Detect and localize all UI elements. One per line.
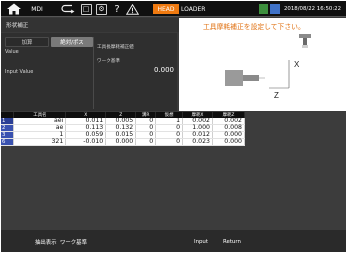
workpiece-block bbox=[225, 70, 243, 86]
cell-tool-name[interactable]: 321 bbox=[13, 138, 67, 146]
top-bar: MDI □ ⚙ ? HEAD LOADER 2018/08/22 16:50:2… bbox=[1, 1, 346, 17]
return-button[interactable]: Return bbox=[223, 237, 241, 247]
tool-holder-stem bbox=[303, 38, 307, 45]
panel-icon: □ bbox=[80, 3, 92, 15]
workpiece-shaft bbox=[243, 75, 259, 81]
divider bbox=[93, 37, 94, 109]
page-title: 形状補正 bbox=[6, 23, 29, 29]
tab-add[interactable]: 加算 bbox=[5, 37, 49, 47]
input-button[interactable]: Input bbox=[194, 237, 208, 247]
help-button[interactable]: ? bbox=[111, 1, 123, 17]
value-field[interactable]: 0.000 bbox=[96, 63, 176, 78]
mode-tabs: 加算 絶対/ポス bbox=[5, 37, 93, 47]
home-icon bbox=[7, 3, 21, 15]
row-index: 3 bbox=[1, 131, 15, 139]
tool-holder-tip bbox=[302, 45, 308, 48]
work-origin-button[interactable]: ワーク基準 bbox=[60, 237, 87, 247]
loader-tab[interactable]: LOADER bbox=[181, 4, 205, 14]
tool-wear-label: 工具長摩耗補正値 bbox=[97, 45, 134, 50]
guide-panel: 工具摩耗補正を設定して下さい。 X Z bbox=[179, 18, 346, 111]
datetime: 2018/08/22 16:50:22 bbox=[284, 6, 341, 12]
cell-wear-z[interactable]: 0.000 bbox=[212, 138, 246, 146]
bottom-toolbar: 抽出表示 ワーク基準 Input Return bbox=[1, 230, 346, 252]
extract-display-button[interactable]: 抽出表示 bbox=[35, 237, 57, 247]
cell-z[interactable]: 0.000 bbox=[105, 138, 137, 146]
tool-offset-table: 工具名 X Z 溝R 仮想 摩耗X 摩耗Z 1 aei 0.011 0.005 … bbox=[1, 112, 346, 230]
head-tab[interactable]: HEAD bbox=[153, 4, 179, 14]
panel-button[interactable]: □ bbox=[79, 1, 93, 17]
tab-absolute[interactable]: 絶対/ポス bbox=[51, 37, 93, 47]
app-window: MDI □ ⚙ ? HEAD LOADER 2018/08/22 16:50:2… bbox=[1, 1, 346, 252]
status-indicator-blue bbox=[270, 4, 280, 14]
cell-virtual[interactable]: 0 bbox=[155, 138, 184, 146]
settings-icon: ⚙ bbox=[96, 3, 107, 15]
cell-tool-name[interactable]: ae bbox=[13, 124, 67, 132]
z-axis-label: Z bbox=[274, 91, 279, 100]
cell-wear-x[interactable]: 0.023 bbox=[182, 138, 213, 146]
tool-diagram: X Z bbox=[225, 34, 311, 100]
input-panel: 加算 絶対/ポス Value Input Value 工具長摩耗補正値 ワーク基… bbox=[1, 33, 177, 111]
row-index: 6 bbox=[1, 138, 15, 146]
cell-nose-r[interactable]: 0 bbox=[135, 138, 157, 146]
settings-button[interactable]: ⚙ bbox=[94, 1, 109, 17]
tool-holder-top bbox=[299, 34, 311, 38]
help-icon: ? bbox=[114, 3, 120, 15]
value-label: Value bbox=[5, 49, 19, 55]
undo-button[interactable] bbox=[59, 1, 77, 17]
value-text: 0.000 bbox=[153, 66, 174, 74]
cell-x[interactable]: -0.010 bbox=[65, 138, 107, 146]
input-value-label: Input Value bbox=[5, 69, 34, 75]
warning-icon bbox=[125, 3, 139, 15]
table-row[interactable]: 6 321 -0.010 0.000 0 0 0.023 0.000 bbox=[1, 138, 246, 146]
row-index: 2 bbox=[1, 124, 15, 132]
x-axis-label: X bbox=[294, 60, 300, 69]
mode-label: MDI bbox=[31, 5, 43, 13]
status-indicator-green bbox=[259, 4, 268, 14]
alarm-button[interactable] bbox=[125, 1, 139, 17]
home-button[interactable] bbox=[3, 1, 25, 17]
undo-icon bbox=[61, 4, 75, 13]
